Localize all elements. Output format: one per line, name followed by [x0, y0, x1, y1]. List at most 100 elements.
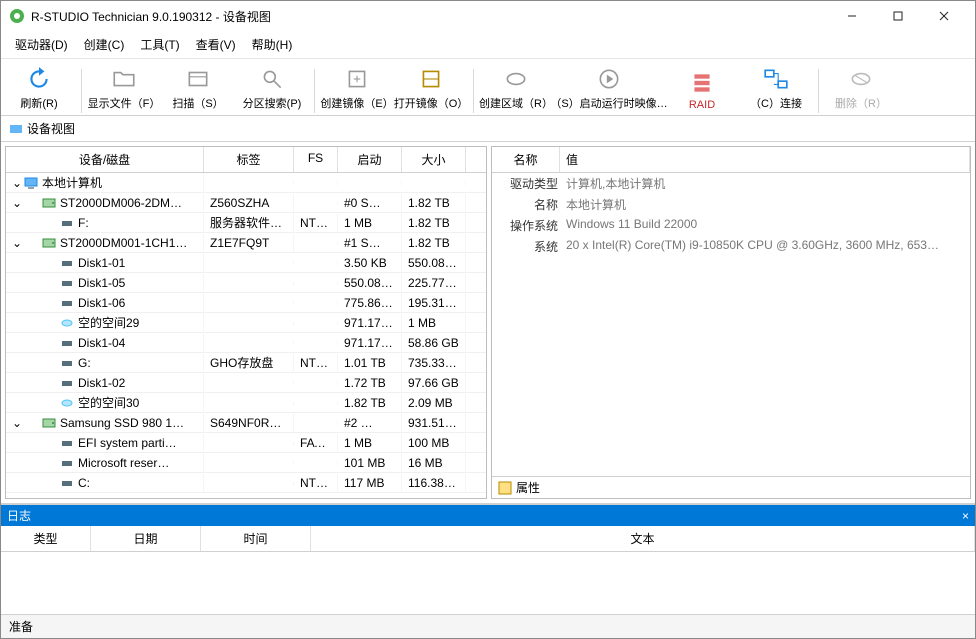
- table-row[interactable]: G:GHO存放盘NTFS1.01 TB735.33 …: [6, 353, 486, 373]
- cell-fs: [294, 201, 338, 205]
- col-size[interactable]: 大小: [402, 147, 466, 172]
- col-propvalue[interactable]: 值: [560, 147, 970, 172]
- remove-label: 删除（R）: [835, 95, 887, 111]
- device-name: 本地计算机: [42, 174, 102, 191]
- connect-button[interactable]: （C）连接: [740, 63, 812, 113]
- property-name: 驱动类型: [498, 175, 566, 192]
- runtimeimage-button[interactable]: （S）启动运行时映像…: [554, 63, 664, 113]
- showfiles-button[interactable]: 显示文件（F）: [88, 63, 160, 113]
- property-row: 系统20 x Intel(R) Core(TM) i9-10850K CPU @…: [492, 236, 970, 257]
- chevron-down-icon[interactable]: ⌄: [12, 236, 24, 250]
- raid-button[interactable]: RAID: [666, 67, 738, 113]
- refresh-button[interactable]: 刷新(R): [3, 63, 75, 113]
- device-name: G:: [78, 356, 91, 370]
- cell-start: 1.82 TB: [338, 394, 402, 412]
- log-columns: 类型 日期 时间 文本: [1, 526, 975, 552]
- cell-start: 3.50 KB: [338, 254, 402, 272]
- openimage-button[interactable]: 打开镜像（O）: [395, 63, 467, 113]
- hdd-green-icon: [42, 197, 56, 209]
- folder-open-icon: [110, 65, 138, 93]
- log-col-type[interactable]: 类型: [1, 526, 91, 551]
- remove-button[interactable]: 删除（R）: [825, 63, 897, 113]
- device-name: 空的空间30: [78, 394, 139, 411]
- toolbar-separator: [81, 69, 82, 113]
- property-name: 系统: [498, 238, 566, 255]
- vol-icon: [60, 437, 74, 449]
- device-view-icon: [9, 122, 23, 136]
- cell-label: [204, 481, 294, 485]
- toolbar-separator: [314, 69, 315, 113]
- openimage-label: 打开镜像（O）: [394, 95, 469, 111]
- main-area: 设备/磁盘 标签 FS 启动 大小 ⌄ 本地计算机 ⌄ST2000DM006-2DM…: [1, 142, 975, 503]
- region-icon: [502, 65, 530, 93]
- cell-size: 2.09 MB: [402, 394, 466, 412]
- cell-start: #1 S…: [338, 234, 402, 252]
- cell-size: 58.86 GB: [402, 334, 466, 352]
- vol-icon: [60, 457, 74, 469]
- table-row[interactable]: Microsoft reser…101 MB16 MB: [6, 453, 486, 473]
- col-label[interactable]: 标签: [204, 147, 294, 172]
- table-row[interactable]: C:NTFS117 MB116.38 …: [6, 473, 486, 493]
- table-row[interactable]: ⌄ST2000DM006-2DM…Z560SZHA#0 S…1.82 TB: [6, 193, 486, 213]
- table-row[interactable]: Disk1-05550.08 …225.77 …: [6, 273, 486, 293]
- menu-create[interactable]: 创建(C): [76, 33, 133, 56]
- menu-help[interactable]: 帮助(H): [244, 33, 301, 56]
- device-tree-rows[interactable]: ⌄ 本地计算机 ⌄ST2000DM006-2DM…Z560SZHA#0 S…1.82…: [6, 173, 486, 498]
- table-row[interactable]: Disk1-06775.86 …195.31 …: [6, 293, 486, 313]
- minimize-button[interactable]: [829, 1, 875, 31]
- log-col-date[interactable]: 日期: [91, 526, 201, 551]
- cell-label: 服务器软件备份: [204, 212, 294, 233]
- vol-icon: [60, 277, 74, 289]
- table-row[interactable]: 空的空间29971.17 …1 MB: [6, 313, 486, 333]
- table-row[interactable]: EFI system parti…FAT321 MB100 MB: [6, 433, 486, 453]
- refresh-label: 刷新(R): [20, 95, 57, 111]
- close-button[interactable]: [921, 1, 967, 31]
- menu-drives[interactable]: 驱动器(D): [7, 33, 76, 56]
- statusbar: 准备: [1, 614, 975, 638]
- col-start[interactable]: 启动: [338, 147, 402, 172]
- regionsearch-label: 分区搜索(P): [243, 95, 302, 111]
- cell-start: 971.17 …: [338, 314, 402, 332]
- table-row[interactable]: Disk1-021.72 TB97.66 GB: [6, 373, 486, 393]
- scan-button[interactable]: 扫描（S）: [162, 63, 234, 113]
- cell-label: [204, 321, 294, 325]
- log-col-time[interactable]: 时间: [201, 526, 311, 551]
- cell-fs: [294, 381, 338, 385]
- cell-label: [204, 341, 294, 345]
- cell-size: 1 MB: [402, 314, 466, 332]
- device-name: Disk1-05: [78, 276, 125, 290]
- properties-tab[interactable]: 属性: [516, 479, 540, 496]
- table-row[interactable]: Disk1-013.50 KB550.08 …: [6, 253, 486, 273]
- regionsearch-button[interactable]: 分区搜索(P): [236, 63, 308, 113]
- table-row[interactable]: ⌄ 本地计算机: [6, 173, 486, 193]
- toolbar: 刷新(R) 显示文件（F） 扫描（S） 分区搜索(P) 创建镜像（E） 打开镜像…: [1, 59, 975, 116]
- device-tree-pane: 设备/磁盘 标签 FS 启动 大小 ⌄ 本地计算机 ⌄ST2000DM006-2DM…: [5, 146, 487, 499]
- table-row[interactable]: F:服务器软件备份NTFS1 MB1.82 TB: [6, 213, 486, 233]
- cell-fs: [294, 421, 338, 425]
- table-row[interactable]: ⌄ST2000DM001-1CH1…Z1E7FQ9T#1 S…1.82 TB: [6, 233, 486, 253]
- cell-fs: [294, 301, 338, 305]
- log-close-button[interactable]: ×: [962, 509, 969, 523]
- createregion-button[interactable]: 创建区域（R）: [480, 63, 552, 113]
- table-row[interactable]: Disk1-04971.17 …58.86 GB: [6, 333, 486, 353]
- log-col-text[interactable]: 文本: [311, 526, 975, 551]
- col-fs[interactable]: FS: [294, 147, 338, 172]
- cell-start: #2 …: [338, 414, 402, 432]
- chevron-down-icon[interactable]: ⌄: [12, 416, 24, 430]
- table-row[interactable]: 空的空间30 1.82 TB2.09 MB: [6, 393, 486, 413]
- chevron-down-icon[interactable]: ⌄: [12, 176, 24, 190]
- cell-label: [204, 261, 294, 265]
- property-row: 名称本地计算机: [492, 194, 970, 215]
- runtimeimage-label: （S）启动运行时映像…: [550, 95, 667, 111]
- cell-label: GHO存放盘: [204, 352, 294, 373]
- menu-view[interactable]: 查看(V): [188, 33, 244, 56]
- maximize-button[interactable]: [875, 1, 921, 31]
- col-device[interactable]: 设备/磁盘: [6, 147, 204, 172]
- createimage-button[interactable]: 创建镜像（E）: [321, 63, 393, 113]
- window-title: R-STUDIO Technician 9.0.190312 - 设备视图: [31, 8, 829, 25]
- table-row[interactable]: ⌄Samsung SSD 980 1…S649NF0R50…#2 …931.51…: [6, 413, 486, 433]
- chevron-down-icon[interactable]: ⌄: [12, 196, 24, 210]
- cell-start: 1.01 TB: [338, 354, 402, 372]
- menu-tools[interactable]: 工具(T): [132, 33, 187, 56]
- col-propname[interactable]: 名称: [492, 147, 560, 172]
